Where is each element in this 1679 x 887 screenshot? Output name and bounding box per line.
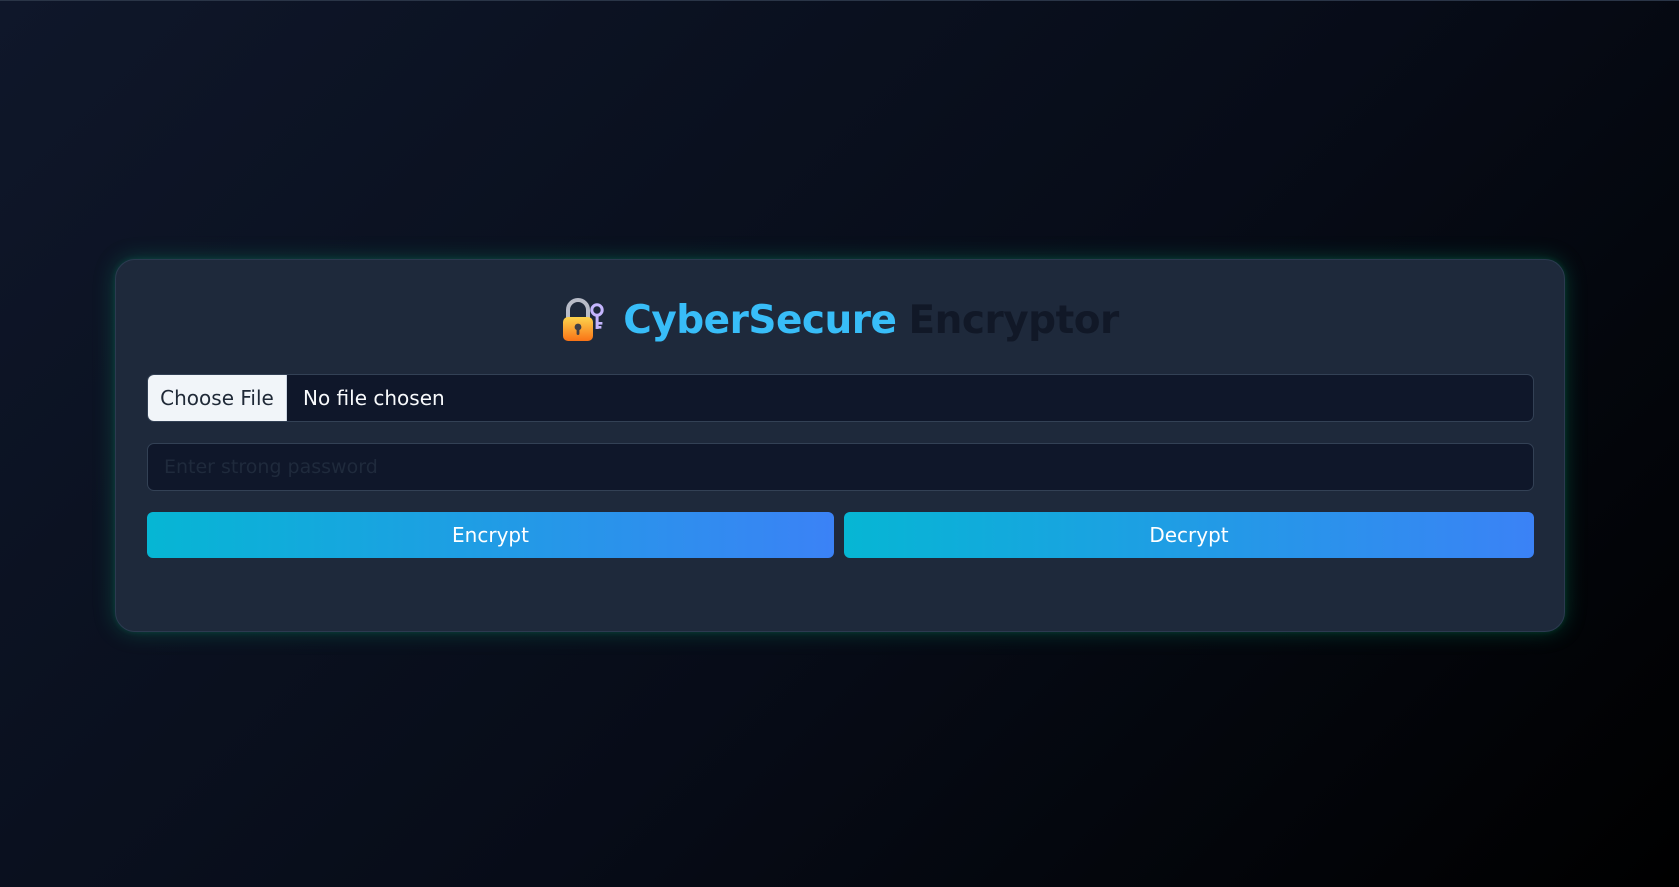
page-title: CyberSecure Encryptor: [116, 292, 1564, 348]
password-input[interactable]: [147, 443, 1534, 491]
lock-with-key-icon: [561, 297, 605, 343]
title-rest-text: Encryptor: [908, 297, 1119, 343]
choose-file-button[interactable]: Choose File: [148, 375, 287, 421]
file-input[interactable]: Choose File No file chosen: [147, 374, 1534, 422]
window-top-border: [0, 0, 1679, 1]
encryptor-card: CyberSecure Encryptor Choose File No fil…: [115, 259, 1565, 632]
file-status-text: No file chosen: [303, 386, 445, 410]
encrypt-button[interactable]: Encrypt: [147, 512, 834, 558]
title-accent-text: CyberSecure: [623, 297, 897, 343]
decrypt-button[interactable]: Decrypt: [844, 512, 1534, 558]
